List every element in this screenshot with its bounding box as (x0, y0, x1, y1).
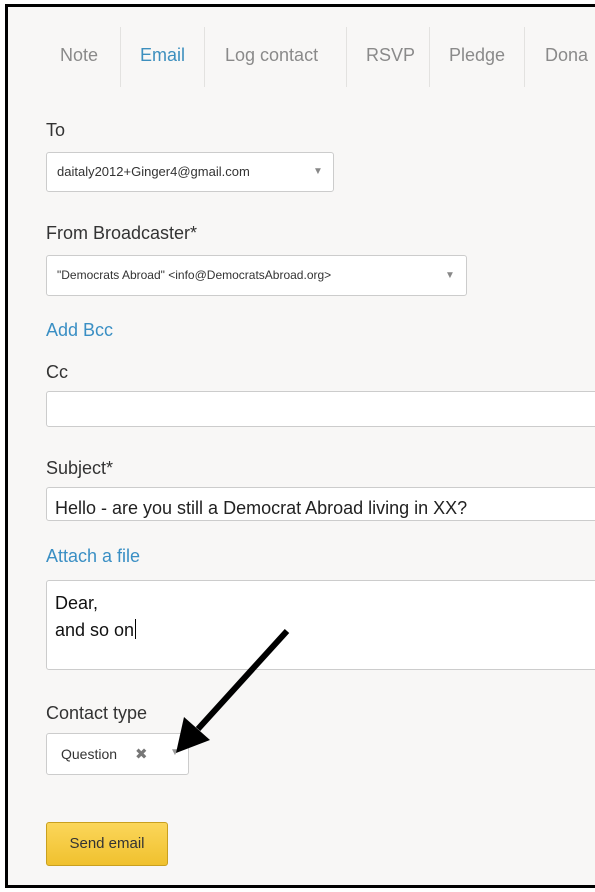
email-composer-panel: Note Email Log contact RSVP Pledge Dona … (5, 4, 595, 888)
arrow-icon (176, 628, 290, 753)
